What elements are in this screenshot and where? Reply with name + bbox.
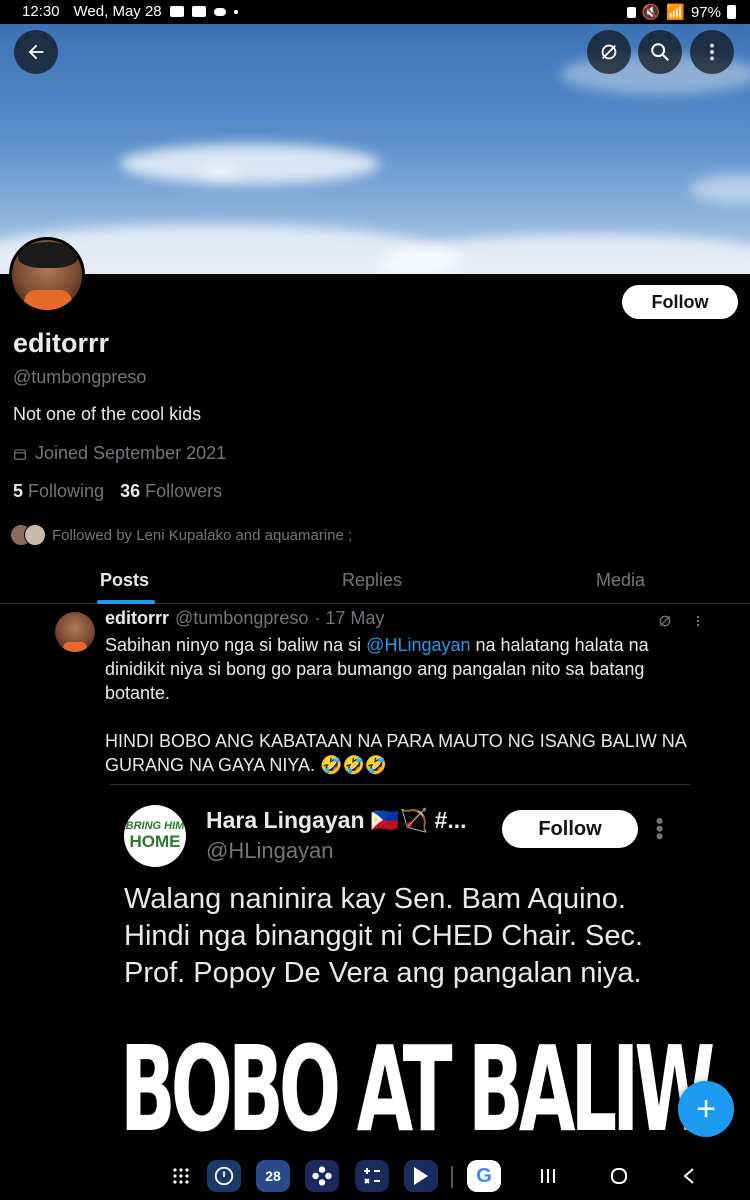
tweet-header: editorrr @tumbongpreso · 17 May xyxy=(105,608,384,629)
search-icon xyxy=(651,43,669,61)
avatar-text-top: BRING HIM xyxy=(125,820,185,832)
back-nav-icon[interactable] xyxy=(672,1160,706,1192)
followers-count: 36 xyxy=(120,481,141,501)
more-vertical-icon: ••• xyxy=(647,817,672,841)
compose-button[interactable]: + xyxy=(678,1081,734,1137)
profile-avatar[interactable] xyxy=(9,237,85,313)
grok-button[interactable] xyxy=(587,30,631,74)
followers-label: Followers xyxy=(145,481,223,501)
following-count: 5 xyxy=(13,481,24,501)
app-drawer-icon[interactable] xyxy=(164,1160,198,1192)
embedded-text: Walang naninira kay Sen. Bam Aquino. Hin… xyxy=(124,883,644,989)
embedded-avatar: BRING HIM HOME xyxy=(124,805,186,867)
wifi-icon: 📶 xyxy=(666,4,685,21)
follow-button[interactable]: Follow xyxy=(622,285,738,319)
following-link[interactable]: 5 Following xyxy=(13,481,104,502)
following-label: Following xyxy=(28,481,105,501)
embedded-name: Hara Lingayan 🇵🇭🏹 #... xyxy=(206,807,467,833)
tweet-handle[interactable]: @tumbongpreso xyxy=(175,608,308,629)
followed-by[interactable]: Followed by Leni Kupalako and aquamarine… xyxy=(10,524,352,546)
tweet-text-3: HINDI BOBO ANG KABATAAN NA PARA MAUTO NG… xyxy=(105,731,686,775)
grok-icon xyxy=(659,615,671,627)
battery-percentage: 97% xyxy=(690,3,721,21)
divider xyxy=(451,1166,453,1188)
tweet-more-button[interactable] xyxy=(688,610,708,632)
profile-banner xyxy=(0,24,750,274)
cloud-icon xyxy=(213,7,226,16)
tweet-text-1: Sabihan ninyo nga si baliw na si xyxy=(105,635,367,655)
search-button[interactable] xyxy=(638,30,682,74)
system-nav-bar: 28 G xyxy=(0,1152,750,1200)
status-time: 12:30 xyxy=(22,3,60,20)
mention-link[interactable]: @HLingayan xyxy=(366,635,470,655)
bixby-app-icon[interactable] xyxy=(305,1160,339,1192)
battery-icon xyxy=(727,5,736,19)
meme-caption: BOBO AT BALIW xyxy=(120,1020,715,1158)
more-vertical-icon xyxy=(696,615,700,627)
tweet-avatar[interactable] xyxy=(55,612,95,652)
avatar-text-bottom: HOME xyxy=(129,832,181,851)
embedded-follow-button: Follow xyxy=(502,810,638,848)
embedded-handle: @HLingayan xyxy=(206,838,334,863)
more-options-button[interactable] xyxy=(690,30,734,74)
joined-date: Joined September 2021 xyxy=(13,443,226,464)
follower-avatar xyxy=(24,524,46,546)
tab-posts[interactable]: Posts xyxy=(100,570,149,591)
alarm-icon xyxy=(626,6,636,18)
home-icon[interactable] xyxy=(602,1160,636,1192)
status-bar: 12:30 Wed, May 28 🔇 📶 97% xyxy=(0,0,750,24)
more-notifications-icon xyxy=(233,9,238,14)
youtube-icon xyxy=(191,6,206,17)
back-arrow-icon xyxy=(28,44,44,60)
follow-stats: 5 Following 36 Followers xyxy=(13,481,222,502)
youtube-icon xyxy=(169,6,184,17)
mute-icon: 🔇 xyxy=(641,4,661,21)
tweet-author[interactable]: editorrr xyxy=(105,608,169,629)
followers-link[interactable]: 36 Followers xyxy=(120,481,222,502)
profile-name: editorrr xyxy=(13,328,110,358)
clock-app-icon[interactable] xyxy=(207,1160,241,1192)
back-button[interactable] xyxy=(14,30,58,74)
more-vertical-icon xyxy=(710,43,714,61)
tweet-grok-button[interactable] xyxy=(654,610,676,632)
active-tab-indicator xyxy=(97,600,155,604)
profile-handle: @tumbongpreso xyxy=(13,367,147,387)
calculator-app-icon[interactable] xyxy=(355,1160,389,1192)
recent-apps-icon[interactable] xyxy=(531,1160,565,1192)
play-store-app-icon[interactable] xyxy=(404,1160,438,1192)
followed-by-text: Followed by Leni Kupalako and aquamarine… xyxy=(52,526,353,544)
joined-text: Joined September 2021 xyxy=(35,443,227,463)
profile-bio: Not one of the cool kids xyxy=(13,404,202,424)
tweet-date[interactable]: · 17 May xyxy=(314,608,384,629)
grok-icon xyxy=(601,44,617,60)
tab-media[interactable]: Media xyxy=(596,570,645,591)
status-date: Wed, May 28 xyxy=(73,3,162,20)
profile-tabs: Posts Replies Media xyxy=(0,562,750,604)
calendar-icon xyxy=(14,448,26,460)
calendar-app-icon[interactable]: 28 xyxy=(256,1160,290,1192)
google-app-icon[interactable]: G xyxy=(467,1160,501,1192)
tweet-text: Sabihan ninyo nga si baliw na si @HLinga… xyxy=(105,633,705,801)
tab-replies[interactable]: Replies xyxy=(342,570,402,591)
